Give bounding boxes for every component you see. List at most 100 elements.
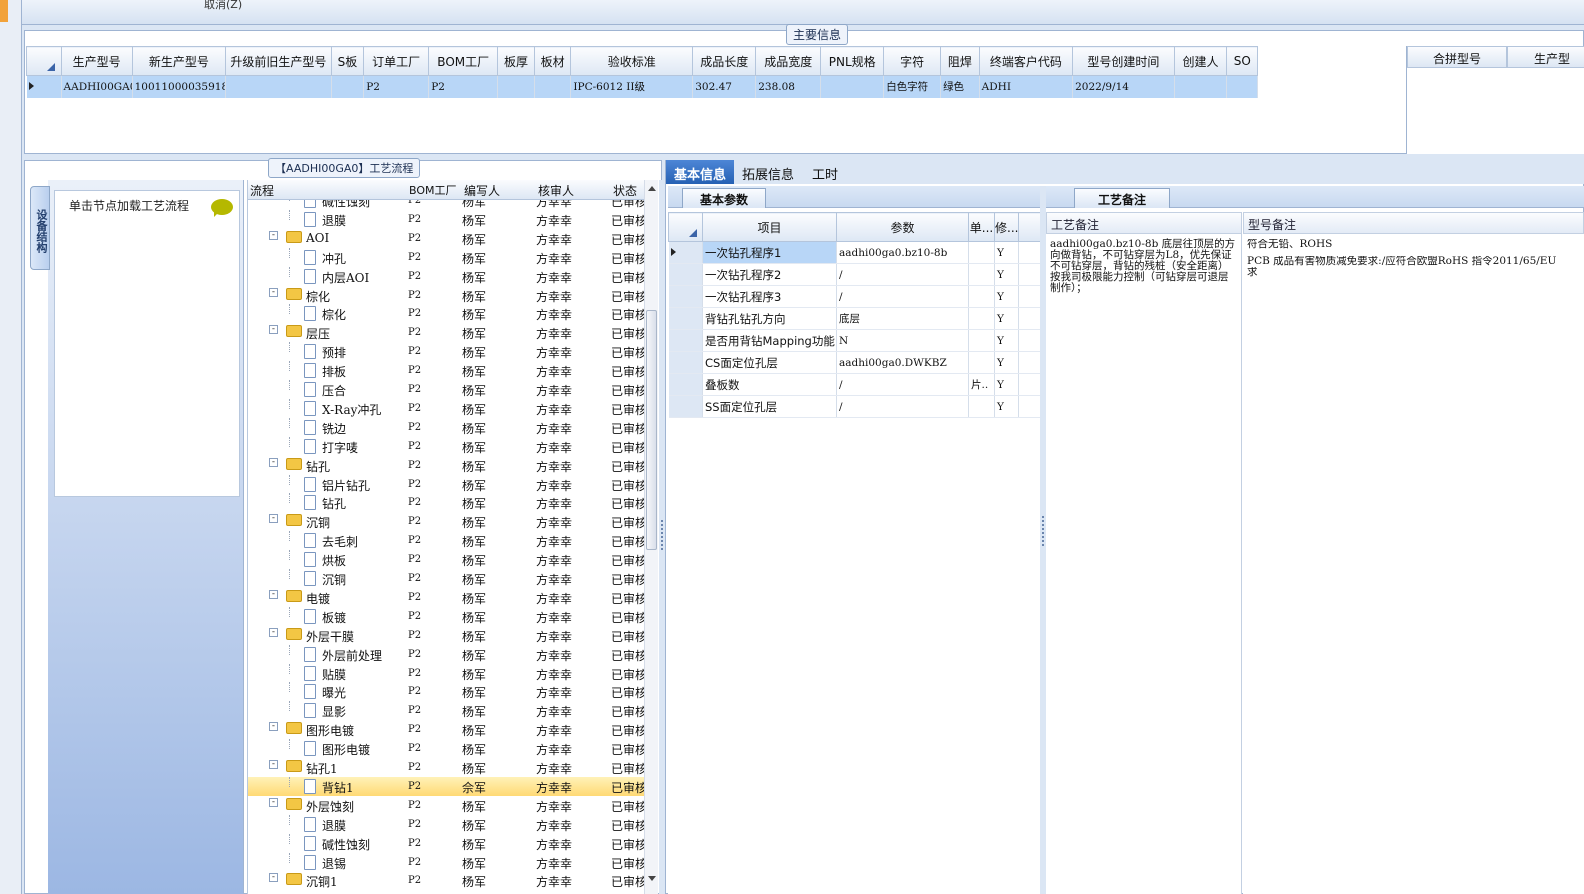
tree-node[interactable]: 退锡 P2 杨军 方幸幸 已审核 [248, 852, 644, 872]
tree-scrollbar[interactable] [644, 180, 658, 894]
tree-node[interactable]: - 层压 P2 杨军 方幸幸 已审核 [248, 323, 644, 342]
main-col-header[interactable]: SO [1226, 46, 1258, 76]
param-unit[interactable]: 片.. [968, 373, 995, 396]
tab-work-hours[interactable]: 工时 [804, 160, 846, 184]
tree-node[interactable]: - 钻孔1 P2 杨军 方幸幸 已审核 [248, 758, 644, 777]
tree-node[interactable]: 碱性蚀刻 P2 杨军 方幸幸 已审核 [248, 833, 644, 853]
table-row[interactable]: 一次钻孔程序3/ Y [668, 285, 1041, 308]
collapse-icon[interactable]: - [269, 760, 278, 769]
tree-node[interactable]: 烘板 P2 杨军 方幸幸 已审核 [248, 550, 644, 569]
tree-node[interactable]: - AOI P2 杨军 方幸幸 已审核 [248, 229, 644, 248]
collapse-icon[interactable]: - [269, 287, 278, 297]
main-cell[interactable]: IPC-6012 II级 [570, 75, 694, 98]
param-unit[interactable] [968, 329, 995, 352]
collapse-icon[interactable]: - [269, 873, 278, 883]
param-mod[interactable]: Y [994, 307, 1019, 330]
table-row[interactable]: SS面定位孔层 / Y [668, 395, 1041, 418]
params-col-header[interactable]: 单... [968, 212, 995, 242]
main-col-header[interactable]: 升级前旧生产型号 [225, 46, 332, 76]
model-note-text[interactable]: 符合无铅、ROHS PCB 成品有害物质减免要求:/应符合欧盟RoHS 指令201… [1243, 234, 1584, 894]
tree-col-reviewer[interactable]: 核审人 [538, 182, 574, 199]
main-col-header[interactable]: BOM工厂 [428, 46, 499, 76]
tab-process-notes[interactable]: 工艺备注 [1074, 188, 1170, 208]
tree-node[interactable]: 板镀 P2 杨军 方幸幸 已审核 [248, 606, 644, 626]
tree-col-writer[interactable]: 编写人 [464, 182, 500, 199]
main-col-header[interactable]: 型号创建时间 [1072, 46, 1175, 76]
main-col-header[interactable]: PNL规格 [820, 46, 885, 76]
main-cell[interactable]: 302.47 [692, 75, 757, 98]
scroll-up-icon[interactable] [648, 186, 656, 191]
param-item[interactable]: 一次钻孔程序3 [702, 285, 837, 308]
main-cell[interactable]: AADHI00GA0 [61, 75, 133, 98]
collapse-icon[interactable]: - [269, 457, 278, 467]
param-value[interactable]: / [836, 395, 969, 418]
tree-node[interactable]: - 外层干膜 P2 杨军 方幸幸 已审核 [248, 626, 644, 645]
param-mod[interactable]: Y [994, 241, 1019, 264]
main-cell[interactable]: 白色字符 [883, 75, 942, 98]
tree-node[interactable]: 碱性蚀刻 P2 杨军 方幸幸 已审核 [248, 200, 644, 210]
collapse-icon[interactable]: - [269, 514, 278, 524]
main-col-header[interactable]: 阻焊 [940, 46, 980, 76]
main-col-header[interactable]: 订单工厂 [363, 46, 430, 76]
main-col-header[interactable]: 终端客户代码 [978, 46, 1074, 76]
main-cell[interactable] [497, 75, 535, 98]
param-mod[interactable]: Y [994, 263, 1019, 286]
param-item[interactable]: CS面定位孔层 [702, 351, 837, 374]
param-value[interactable]: / [836, 285, 969, 308]
param-value[interactable]: / [836, 373, 969, 396]
param-value[interactable]: N [836, 329, 969, 352]
main-cell[interactable]: 绿色 [940, 75, 980, 98]
param-unit[interactable] [968, 351, 995, 374]
tree-node[interactable]: 显影 P2 杨军 方幸幸 已审核 [248, 701, 644, 720]
tree-node[interactable]: 打字唛 P2 杨军 方幸幸 已审核 [248, 436, 644, 456]
tree-node[interactable]: 背钻1 P2 佘军 方幸幸 已审核 [248, 776, 644, 796]
param-mod[interactable]: Y [994, 285, 1019, 308]
tree-node[interactable]: 曝光 P2 杨军 方幸幸 已审核 [248, 682, 644, 701]
tree-col-bom[interactable]: BOM工厂 [409, 182, 457, 198]
tree-node[interactable]: 退膜 P2 杨军 方幸幸 已审核 [248, 814, 644, 834]
tab-extended-info[interactable]: 拓展信息 [734, 160, 802, 184]
main-col-header[interactable]: 创建人 [1173, 46, 1228, 76]
collapse-icon[interactable]: - [269, 230, 278, 240]
merge-model-header[interactable]: 合拼型号 [1407, 46, 1507, 68]
main-col-header[interactable]: 验收标准 [570, 46, 694, 76]
param-unit[interactable] [968, 285, 995, 308]
collapse-icon[interactable]: - [269, 325, 278, 335]
table-row[interactable]: AADHI00GA0 10011000035918 P2 P2 IPC-6012 II级… [26, 75, 1258, 98]
tree-node[interactable]: 图形电镀 P2 杨军 方幸幸 已审核 [248, 739, 644, 758]
main-cell[interactable]: ADHI [979, 75, 1074, 98]
param-mod[interactable]: Y [994, 373, 1019, 396]
tree-col-process[interactable]: 流程 [250, 182, 274, 199]
tree-col-status[interactable]: 状态 [613, 182, 637, 199]
main-cell[interactable] [331, 75, 365, 98]
param-mod[interactable]: Y [994, 395, 1019, 418]
cancel-button[interactable]: 取消(Z) [204, 0, 242, 12]
tree-node[interactable]: 铣边 P2 杨军 方幸幸 已审核 [248, 417, 644, 437]
tree-node[interactable]: 外层前处理 P2 杨军 方幸幸 已审核 [248, 644, 644, 664]
tree-node[interactable]: 沉铜 P2 杨军 方幸幸 已审核 [248, 569, 644, 588]
scroll-down-icon[interactable] [648, 876, 656, 881]
table-row[interactable]: 一次钻孔程序1 aadhi00ga0.bz10-8b Y [668, 241, 1041, 264]
param-unit[interactable] [968, 307, 995, 330]
process-tree[interactable]: 流程 BOM工厂 编写人 核审人 状态 碱性蚀刻 P2 杨军 方幸幸 已审核 退膜 P2 杨军… [247, 180, 658, 894]
table-row[interactable]: CS面定位孔层 aadhi00ga0.DWKBZ Y [668, 351, 1041, 374]
main-col-header[interactable]: 板厚 [497, 46, 535, 76]
tree-node[interactable]: X-Ray冲孔 P2 杨军 方幸幸 已审核 [248, 398, 644, 418]
main-cell[interactable] [820, 75, 885, 98]
main-cell[interactable]: 238.08 [755, 75, 822, 98]
production-model-header[interactable]: 生产型 [1507, 46, 1584, 68]
param-value[interactable]: aadhi00ga0.bz10-8b [836, 241, 969, 264]
main-info-grid[interactable]: 生产型号 新生产型号 升级前旧生产型号 S板 订单工厂 BOM工厂 板厚 板材 验收标准 成品长度… [26, 46, 1258, 98]
main-cell[interactable]: 2022/9/14 [1072, 75, 1175, 98]
tab-basic-info[interactable]: 基本信息 [666, 160, 735, 184]
tab-basic-params[interactable]: 基本参数 [682, 188, 766, 208]
tree-node[interactable]: 排板 P2 杨军 方幸幸 已审核 [248, 361, 644, 380]
main-cell[interactable] [225, 75, 332, 98]
collapse-icon[interactable]: - [269, 797, 278, 807]
main-cell[interactable] [1174, 75, 1228, 98]
tree-node[interactable]: 内层AOI P2 杨军 方幸幸 已审核 [248, 266, 644, 286]
main-col-header[interactable]: 板材 [533, 46, 572, 76]
tree-node[interactable]: - 棕化 P2 杨军 方幸幸 已审核 [248, 286, 644, 305]
main-col-header[interactable]: 新生产型号 [131, 46, 227, 76]
param-value[interactable]: aadhi00ga0.DWKBZ [836, 351, 969, 374]
